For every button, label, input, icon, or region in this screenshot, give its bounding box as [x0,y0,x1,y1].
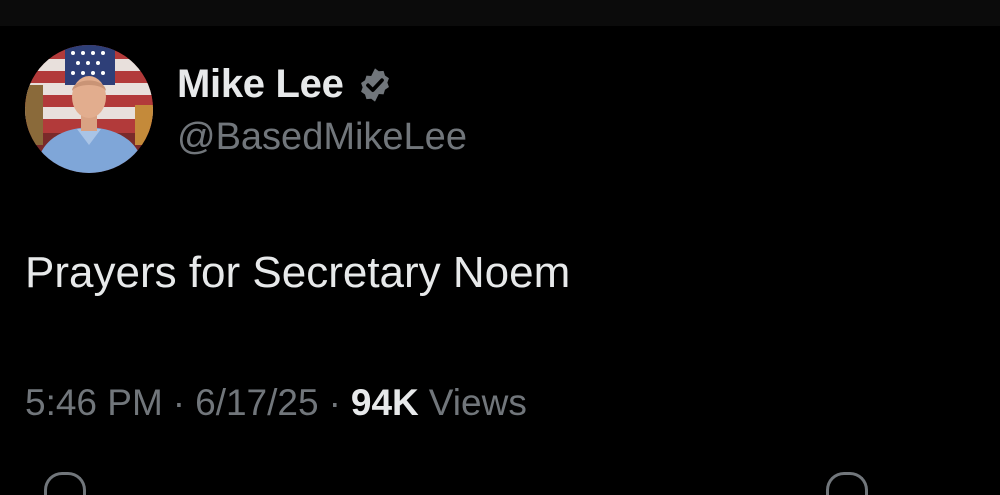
views-count[interactable]: 94K [351,382,419,424]
avatar[interactable] [25,45,153,173]
tweet-time[interactable]: 5:46 PM [25,382,163,424]
meta-separator: · [328,382,341,423]
meta-separator: · [172,382,186,423]
verified-badge-icon[interactable] [356,66,394,104]
avatar-image [25,45,153,173]
tweet-date[interactable]: 6/17/25 [195,382,318,424]
tweet-header: Mike Lee @BasedMikeLee [25,44,467,174]
views-label: Views [428,382,527,423]
tweet-meta: 5:46 PM · 6/17/25 · 94K Views [25,382,527,424]
action-icon[interactable] [826,472,868,495]
action-icon[interactable] [44,472,86,495]
author-handle[interactable]: @BasedMikeLee [177,116,467,159]
tweet-text: Prayers for Secretary Noem [25,248,571,297]
tweet-card[interactable]: Mike Lee @BasedMikeLee Prayers for Secre… [0,26,1000,495]
top-strip [0,0,1000,26]
author-identity: Mike Lee @BasedMikeLee [177,60,467,159]
name-row: Mike Lee [177,60,467,110]
author-display-name[interactable]: Mike Lee [177,62,344,107]
